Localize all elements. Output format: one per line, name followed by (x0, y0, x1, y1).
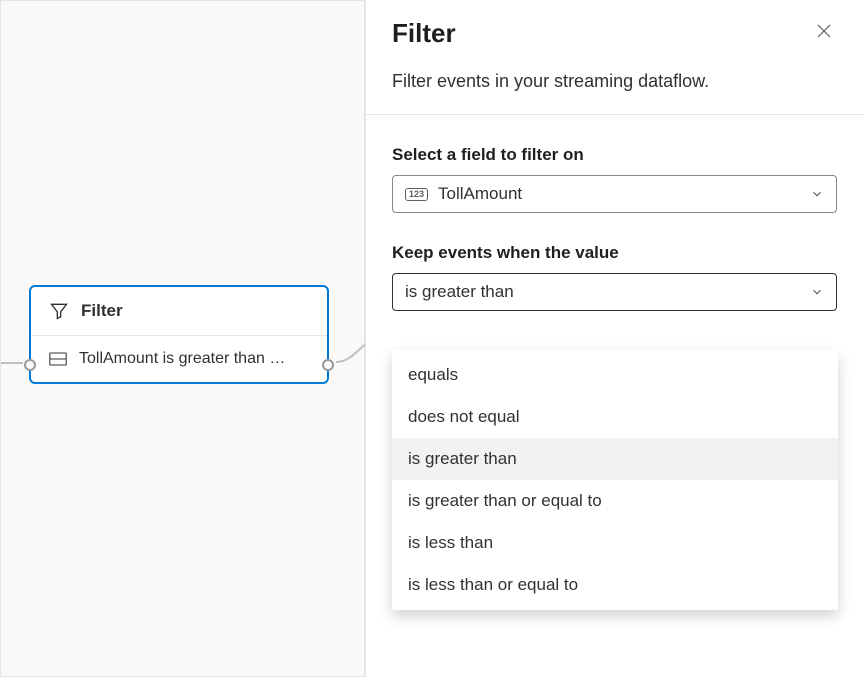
field-select[interactable]: 123 TollAmount (392, 175, 837, 213)
field-icon (49, 352, 67, 366)
condition-select[interactable]: is greater than (392, 273, 837, 311)
field-select-group: Select a field to filter on 123 TollAmou… (392, 145, 837, 213)
connector-edge-left (1, 362, 23, 364)
field-select-label: Select a field to filter on (392, 145, 837, 165)
dataflow-canvas[interactable]: Filter TollAmount is greater than … (0, 0, 365, 677)
condition-dropdown[interactable]: equalsdoes not equalis greater thanis gr… (392, 350, 838, 610)
close-button[interactable] (811, 18, 837, 47)
filter-node[interactable]: Filter TollAmount is greater than … (29, 285, 329, 384)
condition-select-value: is greater than (405, 282, 514, 302)
chevron-down-icon (810, 187, 824, 201)
condition-option[interactable]: equals (392, 354, 838, 396)
condition-option[interactable]: does not equal (392, 396, 838, 438)
filter-node-header: Filter (31, 287, 327, 336)
condition-option[interactable]: is greater than (392, 438, 838, 480)
filter-node-summary: TollAmount is greater than … (79, 350, 285, 368)
numeric-type-badge: 123 (405, 188, 428, 201)
condition-option[interactable]: is less than or equal to (392, 564, 838, 606)
close-icon (815, 22, 833, 40)
node-output-port[interactable] (322, 359, 334, 371)
condition-label: Keep events when the value (392, 243, 837, 263)
condition-option[interactable]: is greater than or equal to (392, 480, 838, 522)
filter-node-title: Filter (81, 301, 123, 321)
field-select-value: TollAmount (438, 184, 522, 204)
filter-icon (49, 301, 69, 321)
chevron-down-icon (810, 285, 824, 299)
panel-title: Filter (392, 18, 456, 49)
filter-config-panel: Filter Filter events in your streaming d… (365, 0, 863, 677)
panel-description: Filter events in your streaming dataflow… (366, 71, 863, 115)
node-input-port[interactable] (24, 359, 36, 371)
condition-option[interactable]: is less than (392, 522, 838, 564)
filter-node-body: TollAmount is greater than … (31, 336, 327, 382)
condition-group: Keep events when the value is greater th… (392, 243, 837, 311)
